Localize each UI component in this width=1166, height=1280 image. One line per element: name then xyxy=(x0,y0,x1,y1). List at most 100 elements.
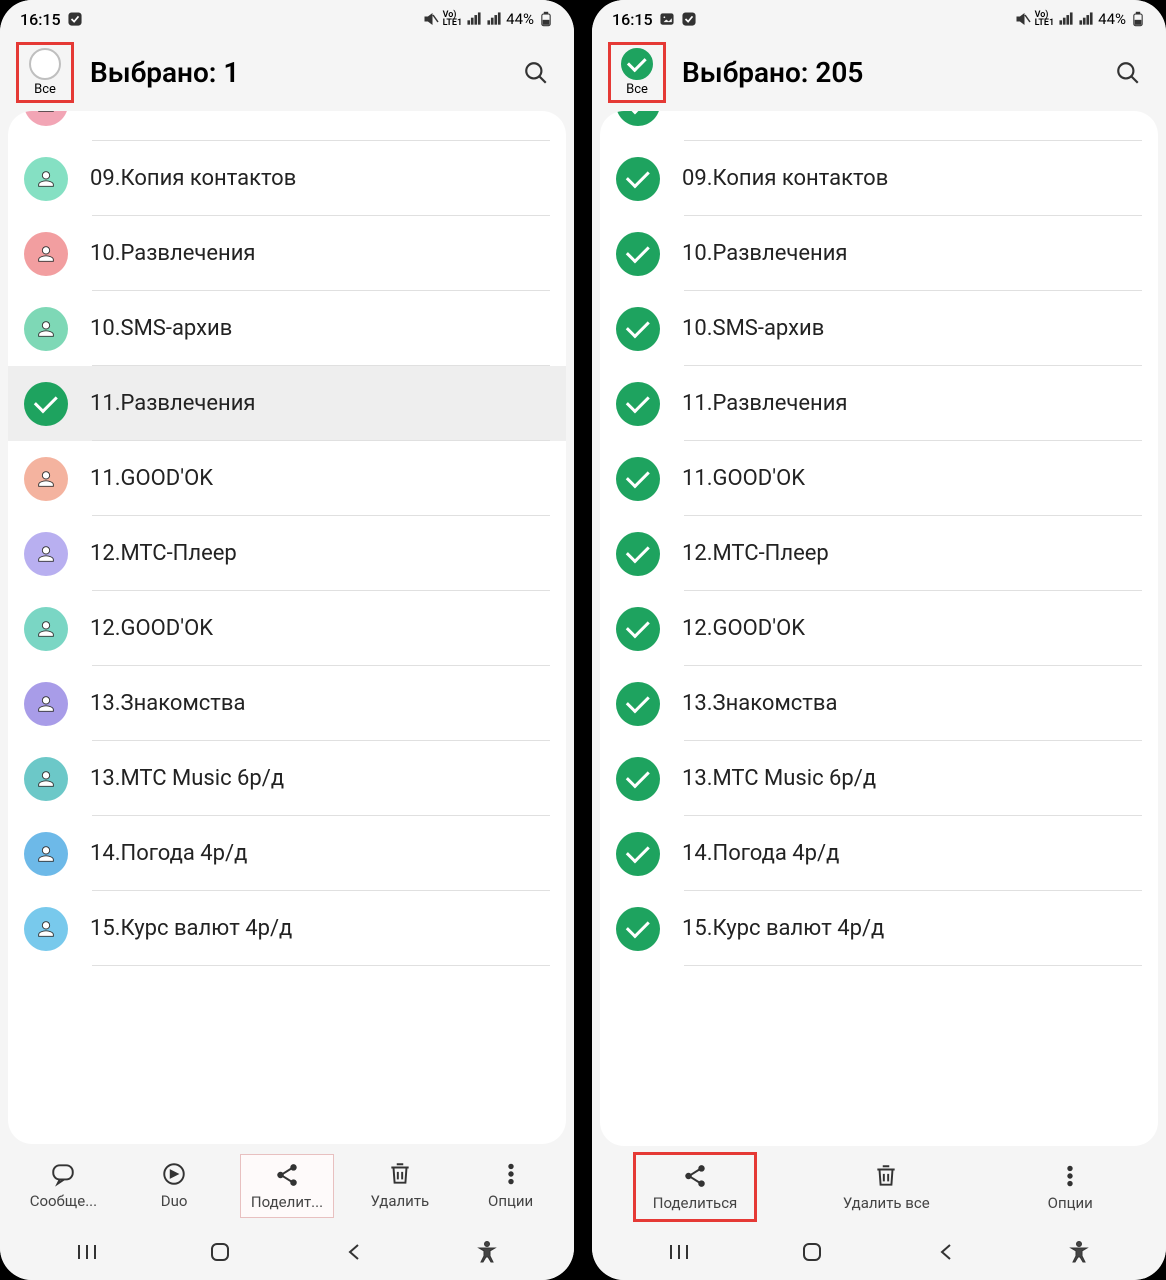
contact-avatar-icon xyxy=(24,532,68,576)
list-item[interactable]: 10.Развлечения xyxy=(600,216,1158,291)
list-item[interactable]: 09.Копия контактов xyxy=(8,141,566,216)
list-item[interactable]: 12.GOOD'OK xyxy=(8,591,566,666)
phone-left: 16:15 Vo) LTE1 44% Все Выбрано: 1 xyxy=(0,0,574,1280)
duo-button[interactable]: Duo xyxy=(129,1154,219,1218)
delete-button[interactable]: Удалить все xyxy=(833,1156,940,1218)
share-button[interactable]: Поделит... xyxy=(240,1154,334,1218)
mute-icon xyxy=(423,11,439,27)
delete-icon xyxy=(872,1162,900,1190)
selection-count-title: Выбрано: 1 xyxy=(80,56,516,89)
contact-avatar-icon xyxy=(24,307,68,351)
share-icon xyxy=(273,1161,301,1189)
list-item[interactable]: 11.Развлечения xyxy=(600,366,1158,441)
status-bar: 16:15 Vo) LTE1 44% xyxy=(0,0,574,38)
list-item[interactable]: 13.Знакомства xyxy=(8,666,566,741)
check-icon xyxy=(681,11,697,27)
list-item[interactable] xyxy=(600,111,1158,141)
button-label: Поделит... xyxy=(251,1193,323,1211)
android-nav-bar xyxy=(0,1224,574,1280)
lte-icon: Vo) LTE1 xyxy=(443,11,463,27)
contact-name: 13.Знакомства xyxy=(682,691,837,716)
image-icon xyxy=(659,11,675,27)
more-button[interactable]: Опции xyxy=(466,1154,556,1218)
checkmark-icon xyxy=(24,382,68,426)
list-item[interactable]: 09.Копия контактов xyxy=(600,141,1158,216)
contact-name: 10.Развлечения xyxy=(682,241,847,266)
contact-name: 10.Развлечения xyxy=(90,241,255,266)
more-icon xyxy=(1056,1162,1084,1190)
list-item[interactable]: 11.GOOD'OK xyxy=(8,441,566,516)
contact-name: 12.GOOD'OK xyxy=(682,616,805,641)
accessibility-button[interactable] xyxy=(457,1241,517,1263)
checkmark-icon xyxy=(616,532,660,576)
list-item[interactable]: 12.МТС-Плеер xyxy=(8,516,566,591)
list-item[interactable]: 11.GOOD'OK xyxy=(600,441,1158,516)
list-item[interactable]: 11.Развлечения xyxy=(8,366,566,441)
highlight-annotation xyxy=(16,42,74,103)
share-icon xyxy=(681,1162,709,1190)
list-item[interactable]: 13.MTC Music 6р/д xyxy=(600,741,1158,816)
list-item[interactable]: 15.Курс валют 4р/д xyxy=(8,891,566,966)
home-button[interactable] xyxy=(782,1241,842,1263)
list-item[interactable]: 14.Погода 4р/д xyxy=(600,816,1158,891)
contact-avatar-icon xyxy=(24,607,68,651)
checkmark-icon xyxy=(616,232,660,276)
contact-name: 12.МТС-Плеер xyxy=(90,541,237,566)
select-all-button[interactable]: Все xyxy=(602,48,672,97)
recent-button[interactable] xyxy=(649,1243,709,1261)
checkmark-icon xyxy=(616,157,660,201)
delete-button[interactable]: Удалить xyxy=(355,1154,445,1218)
list-item[interactable]: 10.SMS-архив xyxy=(600,291,1158,366)
checkmark-icon xyxy=(616,757,660,801)
message-icon xyxy=(49,1160,77,1188)
message-button[interactable]: Сообще... xyxy=(18,1154,108,1218)
checkmark-icon xyxy=(616,457,660,501)
contact-avatar-icon xyxy=(24,111,68,126)
contact-name: 15.Курс валют 4р/д xyxy=(682,916,884,941)
search-button[interactable] xyxy=(1108,53,1148,93)
battery-percent: 44% xyxy=(506,10,534,28)
highlight-annotation xyxy=(608,42,666,103)
contact-name: 13.MTC Music 6р/д xyxy=(90,766,284,791)
contact-avatar-icon xyxy=(24,907,68,951)
list-item[interactable] xyxy=(8,111,566,141)
contact-name: 13.MTC Music 6р/д xyxy=(682,766,876,791)
signal-icon-2 xyxy=(486,11,502,27)
accessibility-button[interactable] xyxy=(1049,1241,1109,1263)
list-item[interactable]: 14.Погода 4р/д xyxy=(8,816,566,891)
checkmark-icon xyxy=(616,607,660,651)
list-item[interactable]: 10.SMS-архив xyxy=(8,291,566,366)
contacts-list[interactable]: 09.Копия контактов 10.Развлечения 10.SMS-а… xyxy=(600,111,1158,1146)
button-label: Удалить все xyxy=(843,1194,930,1212)
select-all-button[interactable]: Все xyxy=(10,48,80,97)
back-button[interactable] xyxy=(916,1241,976,1263)
list-item[interactable]: 13.Знакомства xyxy=(600,666,1158,741)
lte-icon: Vo) LTE1 xyxy=(1035,11,1055,27)
list-item[interactable]: 12.МТС-Плеер xyxy=(600,516,1158,591)
comparison-container: 16:15 Vo) LTE1 44% Все Выбрано: 1 xyxy=(0,0,1166,1280)
more-icon xyxy=(497,1160,525,1188)
search-button[interactable] xyxy=(516,53,556,93)
more-button[interactable]: Опции xyxy=(1025,1156,1115,1218)
contact-avatar-icon xyxy=(24,682,68,726)
list-item[interactable]: 10.Развлечения xyxy=(8,216,566,291)
battery-percent: 44% xyxy=(1098,10,1126,28)
signal-icon-2 xyxy=(1078,11,1094,27)
share-button[interactable]: Поделиться xyxy=(643,1156,748,1218)
list-item[interactable]: 15.Курс валют 4р/д xyxy=(600,891,1158,966)
contact-name: 10.SMS-архив xyxy=(682,316,824,341)
recent-button[interactable] xyxy=(57,1243,117,1261)
contact-name: 12.GOOD'OK xyxy=(90,616,213,641)
contact-name: 13.Знакомства xyxy=(90,691,245,716)
contact-name: 09.Копия контактов xyxy=(682,166,888,191)
back-button[interactable] xyxy=(324,1241,384,1263)
contact-name: 11.Развлечения xyxy=(682,391,847,416)
contacts-list[interactable]: 09.Копия контактов 10.Развлечения 10.SMS-а… xyxy=(8,111,566,1144)
list-item[interactable]: 13.MTC Music 6р/д xyxy=(8,741,566,816)
contact-name: 14.Погода 4р/д xyxy=(682,841,839,866)
list-item[interactable]: 12.GOOD'OK xyxy=(600,591,1158,666)
contact-name: 12.МТС-Плеер xyxy=(682,541,829,566)
home-button[interactable] xyxy=(190,1241,250,1263)
button-label: Опции xyxy=(1048,1194,1093,1212)
battery-icon xyxy=(1130,11,1146,27)
